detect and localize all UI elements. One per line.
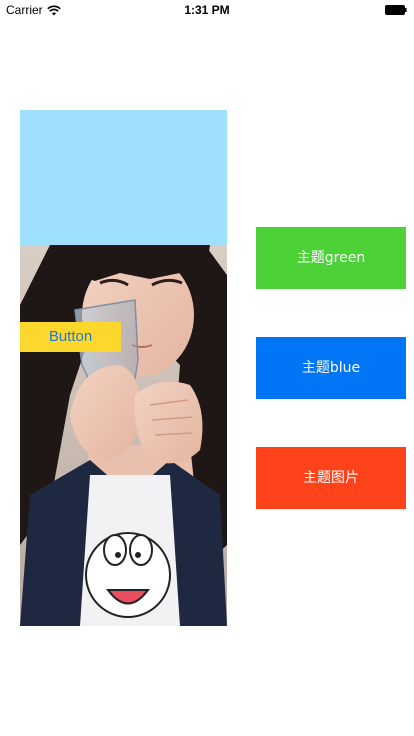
light-blue-panel [20, 110, 227, 245]
status-time: 1:31 PM [184, 3, 230, 17]
theme-blue-button[interactable]: 主题blue [256, 337, 406, 399]
photo-image [20, 245, 227, 626]
theme-image-button[interactable]: 主题图片 [256, 447, 406, 509]
photo-girl-with-glass [20, 245, 227, 626]
battery-icon [385, 5, 407, 15]
status-bar: Carrier 1:31 PM [0, 0, 414, 20]
button[interactable]: Button [20, 322, 121, 352]
screen: Carrier 1:31 PM Button 主题green 主题blue 主题… [0, 0, 414, 736]
theme-green-button[interactable]: 主题green [256, 227, 406, 289]
